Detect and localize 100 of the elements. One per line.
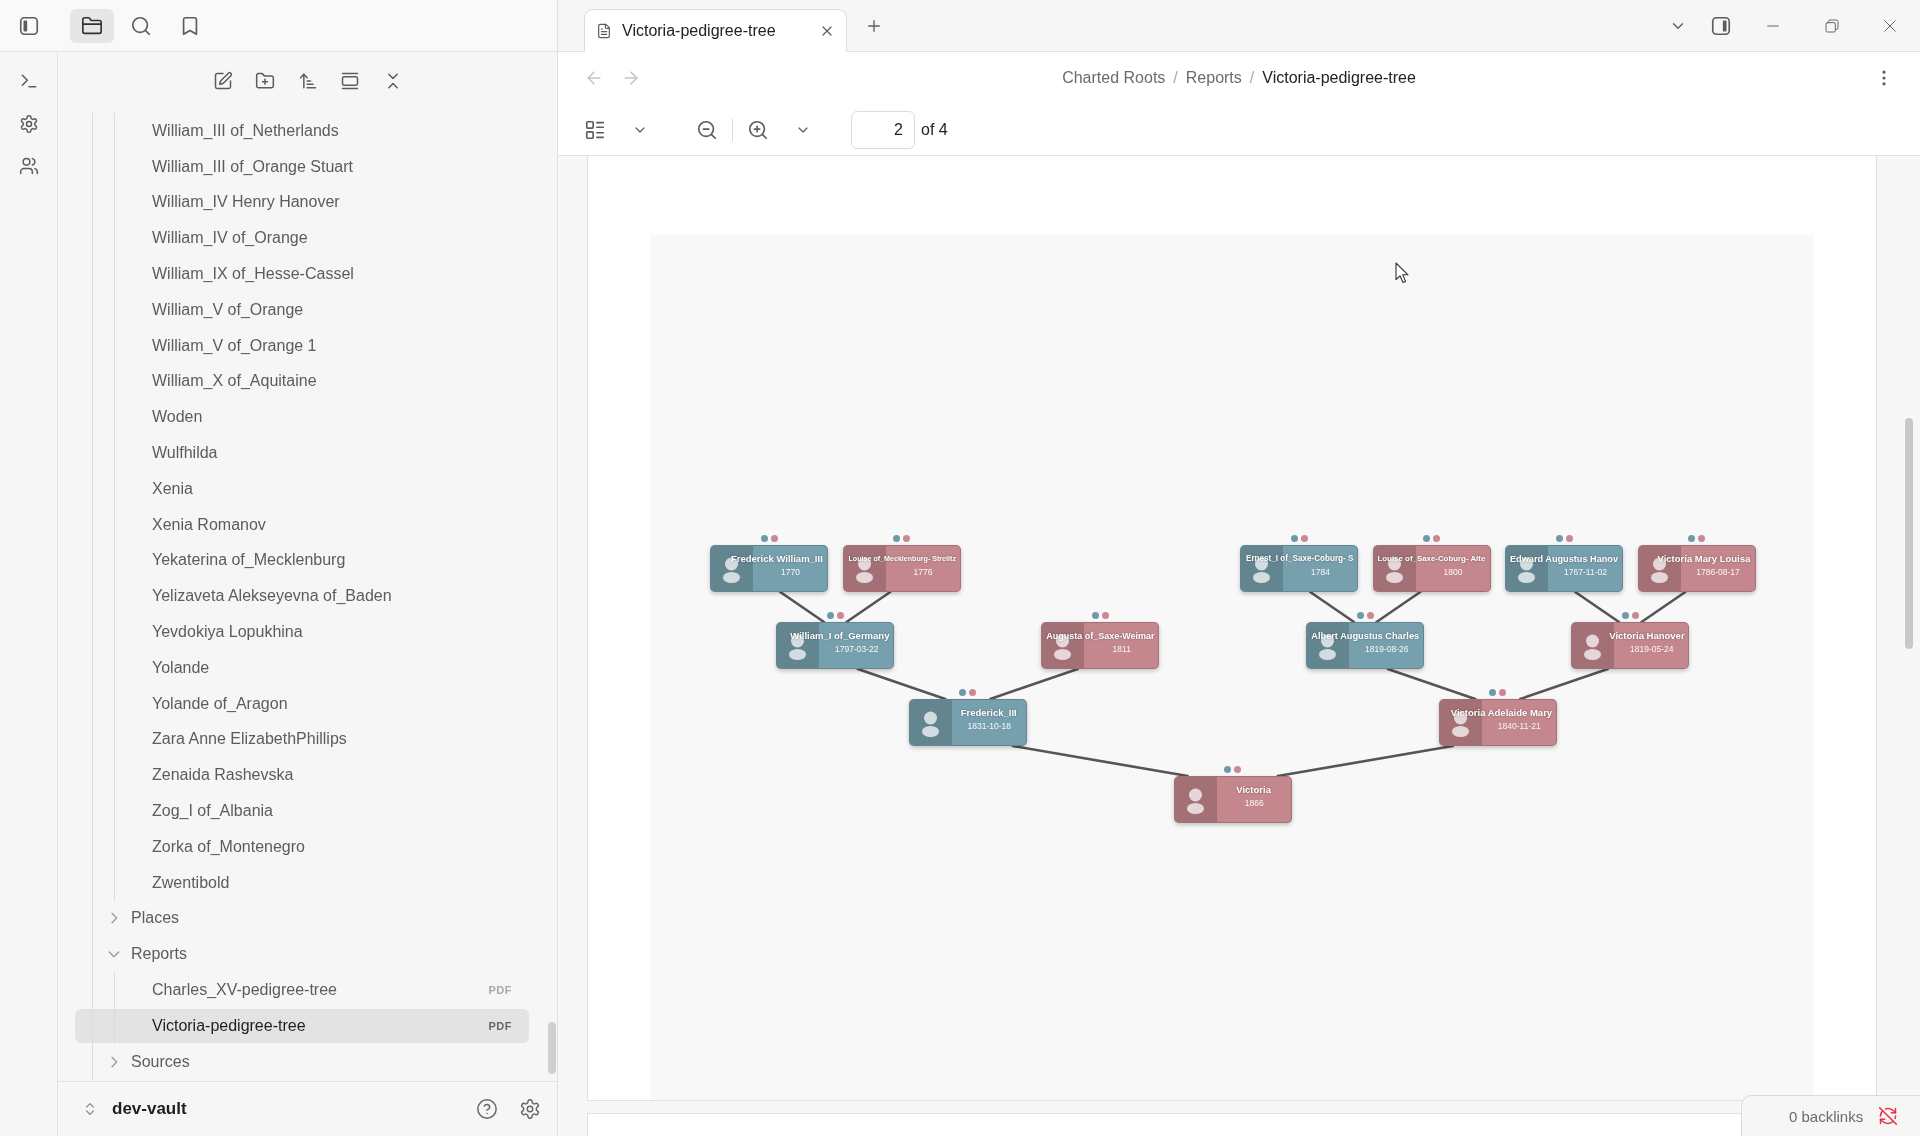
dot-icon xyxy=(1631,611,1639,619)
person-date: 1770 xyxy=(781,567,800,578)
file-item[interactable]: Yolande xyxy=(75,650,529,685)
dot-icon xyxy=(1234,765,1242,773)
search-icon xyxy=(130,14,152,37)
files-tab[interactable] xyxy=(70,8,114,43)
dot-icon xyxy=(903,534,910,542)
backlinks-count[interactable]: 0 backlinks xyxy=(1789,1107,1864,1125)
zoom-in-icon[interactable] xyxy=(747,118,769,141)
breadcrumb-link[interactable]: Charted Roots xyxy=(1062,69,1166,87)
person-name: Victoria xyxy=(1236,784,1271,796)
dot-icon xyxy=(836,611,844,619)
connector-line xyxy=(1375,590,1422,624)
file-type-label: PDF xyxy=(488,984,512,996)
file-item[interactable]: Victoria-pedigree-tree PDF xyxy=(75,1008,529,1043)
file-item[interactable]: Zwentibold xyxy=(75,865,529,900)
file-item[interactable]: Xenia xyxy=(75,471,529,506)
file-item[interactable]: Zara Anne ElizabethPhillips xyxy=(75,722,529,757)
page-count: of 4 xyxy=(921,120,948,139)
file-item[interactable]: Xenia Romanov xyxy=(75,507,529,542)
breadcrumb-current: Victoria-pedigree-tree xyxy=(1262,69,1416,87)
dot-icon xyxy=(1489,688,1497,696)
people-icon[interactable] xyxy=(18,156,39,176)
document-icon xyxy=(596,23,612,39)
new-note-icon[interactable] xyxy=(212,71,233,91)
file-item[interactable]: Zog_I of_Albania xyxy=(75,794,529,828)
settings-icon[interactable] xyxy=(519,1098,541,1120)
tab-title: Victoria-pedigree-tree xyxy=(622,22,777,40)
folder-item[interactable]: Places xyxy=(75,901,529,936)
folder-icon xyxy=(81,14,103,37)
file-item[interactable]: Wulfhilda xyxy=(75,436,529,470)
thumbnails-icon[interactable] xyxy=(584,118,606,141)
connector-line xyxy=(778,590,826,624)
file-item[interactable]: William_V of_Orange xyxy=(75,293,529,327)
dot-icon xyxy=(1499,688,1507,696)
person-date: 1800 xyxy=(1443,567,1463,578)
sync-off-icon[interactable] xyxy=(1878,1106,1899,1126)
sidebar-toggle-icon[interactable] xyxy=(18,14,40,37)
file-item[interactable]: Yevdokiya Lopukhina xyxy=(75,615,529,649)
cursor-icon xyxy=(1395,262,1410,284)
person-date: 1767-11-02 xyxy=(1564,567,1607,578)
dot-icon xyxy=(826,611,834,619)
person-date: 1797-03-22 xyxy=(835,644,879,655)
dot-icon xyxy=(1356,611,1364,619)
sort-icon[interactable] xyxy=(297,71,318,91)
person-date: 1866 xyxy=(1244,798,1264,809)
file-item[interactable]: Zenaida Rashevska xyxy=(75,758,529,793)
file-item[interactable]: William_X of_Aquitaine xyxy=(75,364,529,399)
dot-icon xyxy=(1300,534,1308,542)
file-item[interactable]: William_IX of_Hesse-Cassel xyxy=(75,257,529,291)
dot-icon xyxy=(1621,611,1629,619)
folder-item[interactable]: Reports xyxy=(75,937,529,972)
dot-icon xyxy=(893,534,900,542)
folder-item[interactable]: Sources xyxy=(75,1044,529,1079)
dot-icon xyxy=(1433,534,1440,542)
person-date: 1786-08-17 xyxy=(1696,567,1740,578)
breadcrumb-separator: / xyxy=(1173,69,1178,87)
zoom-out-icon[interactable] xyxy=(696,118,718,141)
dot-icon xyxy=(1698,534,1705,542)
page-number-input[interactable]: 2 xyxy=(851,110,915,149)
document-tab[interactable]: Victoria-pedigree-tree xyxy=(584,9,847,52)
person-date: 1811 xyxy=(1112,644,1131,655)
file-item[interactable]: William_IV Henry Hanover xyxy=(75,185,529,220)
file-item[interactable]: Zorka of_Montenegro xyxy=(75,829,529,864)
file-item[interactable]: Yekaterina of_Mecklenburg xyxy=(75,543,529,578)
new-folder-icon[interactable] xyxy=(255,71,275,91)
file-item[interactable]: Woden xyxy=(75,400,529,435)
file-item[interactable]: William_III of_Netherlands xyxy=(75,114,529,148)
vault-name[interactable]: dev-vault xyxy=(112,1099,187,1119)
dot-icon xyxy=(1091,611,1099,619)
dot-icon xyxy=(1101,611,1109,619)
dot-icon xyxy=(1688,534,1695,542)
person-date: 1819-05-24 xyxy=(1630,644,1674,655)
person-date: 1840-11-21 xyxy=(1497,721,1541,732)
settings-icon[interactable] xyxy=(18,113,39,134)
file-item[interactable]: William_IV of_Orange xyxy=(75,221,529,256)
file-item[interactable]: William_III of_Orange Stuart xyxy=(75,149,529,184)
connector-line xyxy=(1640,590,1687,624)
close-icon[interactable] xyxy=(1882,17,1898,34)
collapse-view-icon[interactable] xyxy=(340,71,360,91)
dot-icon xyxy=(959,688,967,696)
scrollbar-thumb[interactable] xyxy=(1905,418,1913,649)
file-item[interactable]: Yolande of_Aragon xyxy=(75,686,529,721)
help-icon[interactable] xyxy=(476,1098,498,1120)
person-name: Victoria Hanover xyxy=(1609,630,1685,642)
file-item[interactable]: Charles_XV-pedigree-tree PDF xyxy=(75,973,529,1007)
dot-icon xyxy=(1366,611,1374,619)
dot-icon xyxy=(1565,534,1573,542)
person-name: Frederick_III xyxy=(960,707,1017,719)
dot-icon xyxy=(1224,765,1232,773)
breadcrumb-link[interactable]: Reports xyxy=(1185,69,1242,87)
connector-line xyxy=(845,590,892,624)
file-item[interactable]: Yelizaveta Alekseyevna of_Baden xyxy=(75,579,529,614)
right-sidebar-icon[interactable] xyxy=(1710,14,1732,37)
file-item[interactable]: William_V of_Orange 1 xyxy=(75,328,529,363)
connector-line xyxy=(1308,590,1356,624)
restore-icon[interactable] xyxy=(1824,17,1840,34)
scrollbar-thumb[interactable] xyxy=(548,1022,556,1074)
connector-line xyxy=(1573,590,1621,624)
dot-icon xyxy=(770,534,778,542)
